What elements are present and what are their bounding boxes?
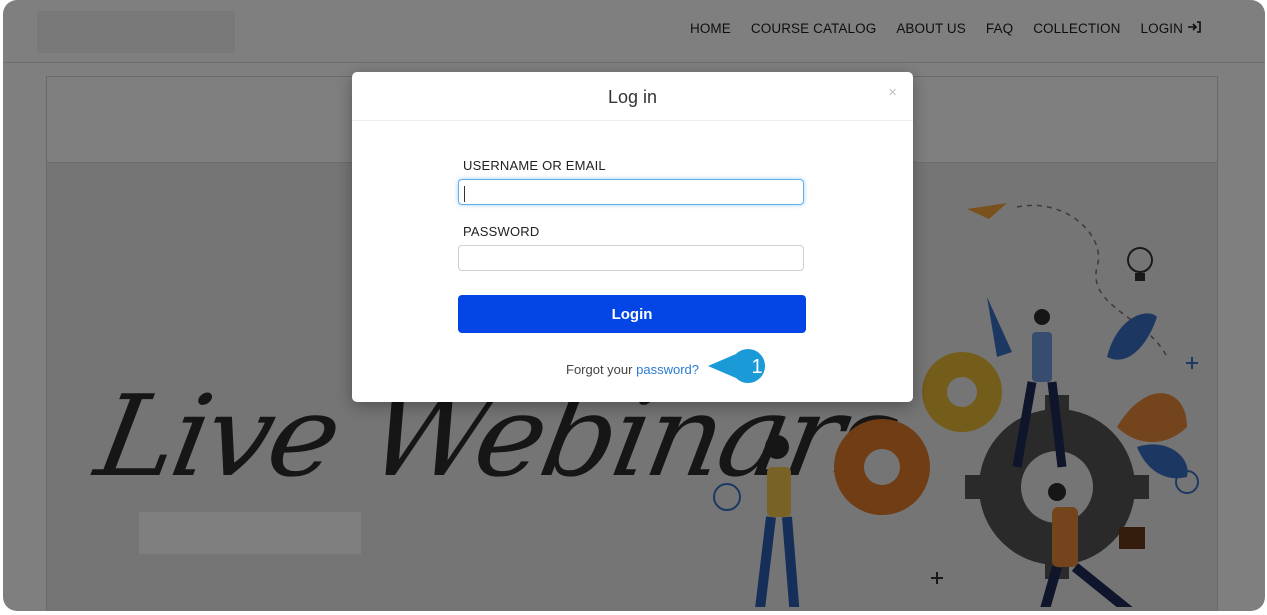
password-input[interactable] — [458, 245, 804, 271]
callout-number: 1 — [751, 356, 762, 378]
password-label: PASSWORD — [463, 224, 540, 239]
modal-title: Log in — [607, 87, 658, 107]
login-button[interactable]: Login — [458, 295, 806, 333]
step-callout: 1 — [708, 346, 780, 386]
username-input[interactable] — [458, 179, 804, 205]
forgot-password-row: Forgot your password? — [352, 362, 913, 377]
browser-viewport: HOME COURSE CATALOG ABOUT US FAQ COLLECT… — [3, 0, 1265, 611]
text-caret — [464, 186, 465, 202]
forgot-password-text: Forgot your — [566, 362, 633, 377]
modal-header: Log in × — [352, 72, 913, 121]
login-modal: Log in × USERNAME OR EMAIL PASSWORD Logi… — [352, 72, 913, 402]
close-icon[interactable]: × — [888, 84, 897, 101]
forgot-password-link[interactable]: password? — [636, 362, 699, 377]
username-label: USERNAME OR EMAIL — [463, 158, 606, 173]
